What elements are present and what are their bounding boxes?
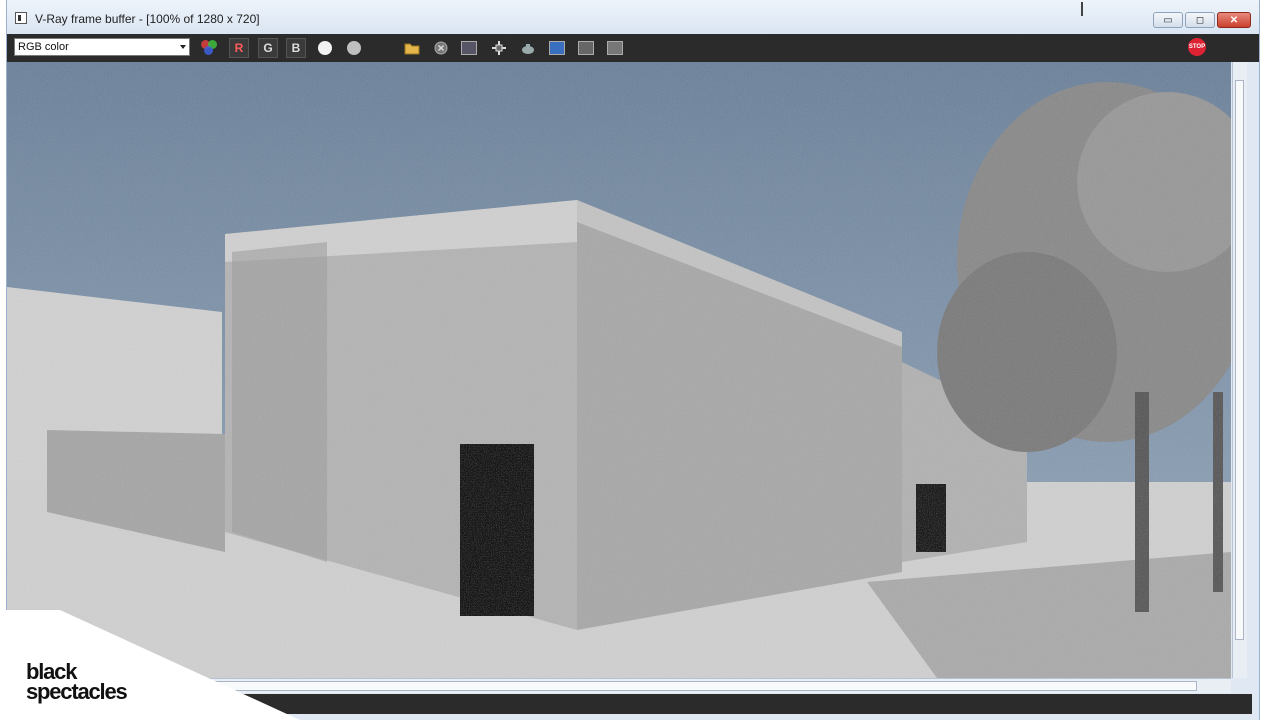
window-controls: ▭ ◻ ✕ xyxy=(1153,12,1251,28)
rendered-image xyxy=(7,62,1231,678)
channel-select-value: RGB color xyxy=(18,41,69,53)
chevron-down-icon xyxy=(180,45,186,49)
region-icon xyxy=(461,41,477,55)
rgb-color-icon xyxy=(201,40,217,56)
pixel-info-button[interactable] xyxy=(605,38,625,58)
stop-icon: STOP xyxy=(1188,44,1206,50)
minimize-icon: ▭ xyxy=(1163,14,1173,26)
minimize-button[interactable]: ▭ xyxy=(1153,12,1183,28)
track-mouse-button[interactable] xyxy=(489,38,509,58)
app-icon xyxy=(15,12,27,24)
vertical-scrollbar[interactable] xyxy=(1232,62,1247,678)
window-title: V-Ray frame buffer - [100% of 1280 x 720… xyxy=(35,12,260,26)
mouse-cursor xyxy=(1081,2,1083,16)
vertical-scroll-thumb[interactable] xyxy=(1235,80,1244,640)
clear-icon xyxy=(434,41,448,55)
horizontal-scroll-thumb[interactable] xyxy=(71,681,1197,691)
lut-button[interactable] xyxy=(576,38,596,58)
open-folder-icon xyxy=(404,43,420,55)
vfb-toolbar: RGB color R G B xyxy=(7,34,1259,62)
title-bar[interactable]: V-Ray frame buffer - [100% of 1280 x 720… xyxy=(7,0,1259,36)
lut-icon xyxy=(578,41,594,55)
render-last-button[interactable] xyxy=(518,38,538,58)
close-icon: ✕ xyxy=(1229,14,1239,26)
brand-logo: black spectacles xyxy=(26,661,128,704)
alpha-channel-button[interactable] xyxy=(315,38,335,58)
maximize-button[interactable]: ◻ xyxy=(1185,12,1215,28)
compare-ab-button[interactable] xyxy=(547,38,567,58)
red-channel-button[interactable]: R xyxy=(229,38,249,58)
brand-line-2: spectacles xyxy=(26,679,128,704)
render-viewport[interactable] xyxy=(7,62,1231,678)
blue-channel-button[interactable]: B xyxy=(286,38,306,58)
load-image-button[interactable] xyxy=(402,38,422,58)
stop-render-button[interactable]: STOP xyxy=(1188,38,1206,56)
region-render-button[interactable] xyxy=(459,38,479,58)
track-mouse-icon xyxy=(492,41,506,55)
green-channel-button[interactable]: G xyxy=(258,38,278,58)
monochrome-button[interactable] xyxy=(344,38,364,58)
compare-ab-icon xyxy=(549,41,565,55)
render-teapot-icon xyxy=(522,44,534,54)
rgb-color-button[interactable] xyxy=(199,38,219,58)
close-button[interactable]: ✕ xyxy=(1217,12,1251,28)
white-dot-icon xyxy=(318,41,332,55)
channel-select[interactable]: RGB color xyxy=(14,38,190,56)
pixel-info-icon xyxy=(607,41,623,55)
grey-dot-icon xyxy=(347,41,361,55)
maximize-icon: ◻ xyxy=(1195,14,1205,26)
clear-image-button[interactable] xyxy=(431,38,451,58)
